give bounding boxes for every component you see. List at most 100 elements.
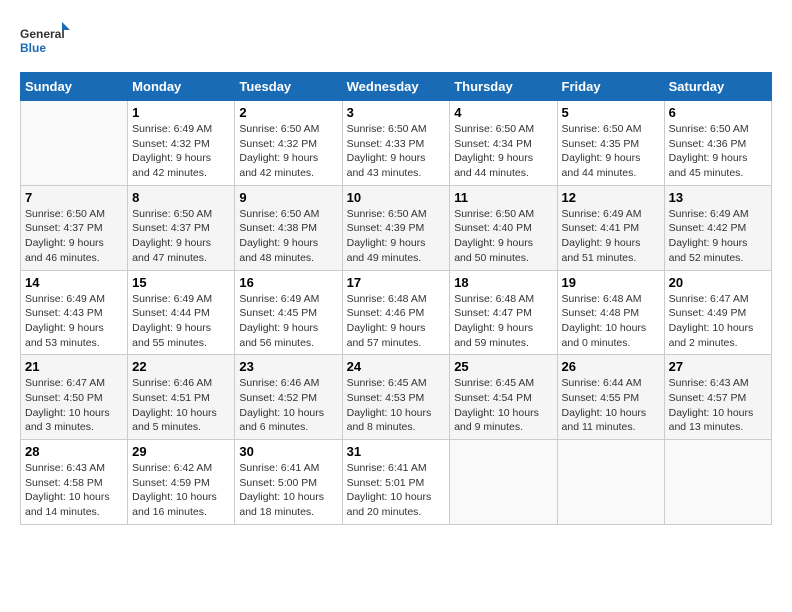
day-cell: 25 Sunrise: 6:45 AM Sunset: 4:54 PM Dayl…: [450, 355, 557, 440]
day-number: 1: [132, 105, 230, 120]
day-number: 31: [347, 444, 446, 459]
day-info: Sunrise: 6:50 AM Sunset: 4:38 PM Dayligh…: [239, 207, 337, 266]
weekday-header-thursday: Thursday: [450, 73, 557, 101]
day-number: 9: [239, 190, 337, 205]
day-info: Sunrise: 6:47 AM Sunset: 4:49 PM Dayligh…: [669, 292, 767, 351]
day-number: 16: [239, 275, 337, 290]
week-row-1: 1 Sunrise: 6:49 AM Sunset: 4:32 PM Dayli…: [21, 101, 772, 186]
day-cell: 23 Sunrise: 6:46 AM Sunset: 4:52 PM Dayl…: [235, 355, 342, 440]
day-info: Sunrise: 6:50 AM Sunset: 4:35 PM Dayligh…: [562, 122, 660, 181]
day-info: Sunrise: 6:50 AM Sunset: 4:39 PM Dayligh…: [347, 207, 446, 266]
weekday-header-monday: Monday: [128, 73, 235, 101]
page-header: General Blue: [20, 20, 772, 62]
day-cell: 18 Sunrise: 6:48 AM Sunset: 4:47 PM Dayl…: [450, 270, 557, 355]
day-number: 21: [25, 359, 123, 374]
day-info: Sunrise: 6:48 AM Sunset: 4:46 PM Dayligh…: [347, 292, 446, 351]
day-info: Sunrise: 6:49 AM Sunset: 4:32 PM Dayligh…: [132, 122, 230, 181]
day-number: 30: [239, 444, 337, 459]
svg-text:Blue: Blue: [20, 41, 46, 55]
day-number: 4: [454, 105, 552, 120]
day-info: Sunrise: 6:49 AM Sunset: 4:44 PM Dayligh…: [132, 292, 230, 351]
logo-icon: General Blue: [20, 20, 70, 62]
day-info: Sunrise: 6:43 AM Sunset: 4:57 PM Dayligh…: [669, 376, 767, 435]
day-number: 25: [454, 359, 552, 374]
day-number: 14: [25, 275, 123, 290]
day-cell: 28 Sunrise: 6:43 AM Sunset: 4:58 PM Dayl…: [21, 440, 128, 525]
day-info: Sunrise: 6:46 AM Sunset: 4:51 PM Dayligh…: [132, 376, 230, 435]
day-number: 24: [347, 359, 446, 374]
day-cell: 1 Sunrise: 6:49 AM Sunset: 4:32 PM Dayli…: [128, 101, 235, 186]
day-number: 2: [239, 105, 337, 120]
day-cell: 16 Sunrise: 6:49 AM Sunset: 4:45 PM Dayl…: [235, 270, 342, 355]
day-info: Sunrise: 6:43 AM Sunset: 4:58 PM Dayligh…: [25, 461, 123, 520]
weekday-header-tuesday: Tuesday: [235, 73, 342, 101]
week-row-5: 28 Sunrise: 6:43 AM Sunset: 4:58 PM Dayl…: [21, 440, 772, 525]
day-cell: 27 Sunrise: 6:43 AM Sunset: 4:57 PM Dayl…: [664, 355, 771, 440]
day-info: Sunrise: 6:50 AM Sunset: 4:32 PM Dayligh…: [239, 122, 337, 181]
day-cell: 19 Sunrise: 6:48 AM Sunset: 4:48 PM Dayl…: [557, 270, 664, 355]
weekday-header-saturday: Saturday: [664, 73, 771, 101]
day-cell: 5 Sunrise: 6:50 AM Sunset: 4:35 PM Dayli…: [557, 101, 664, 186]
day-cell: 3 Sunrise: 6:50 AM Sunset: 4:33 PM Dayli…: [342, 101, 450, 186]
day-info: Sunrise: 6:47 AM Sunset: 4:50 PM Dayligh…: [25, 376, 123, 435]
calendar-table: SundayMondayTuesdayWednesdayThursdayFrid…: [20, 72, 772, 525]
day-info: Sunrise: 6:42 AM Sunset: 4:59 PM Dayligh…: [132, 461, 230, 520]
weekday-header-sunday: Sunday: [21, 73, 128, 101]
day-info: Sunrise: 6:45 AM Sunset: 4:54 PM Dayligh…: [454, 376, 552, 435]
logo: General Blue: [20, 20, 70, 62]
day-number: 20: [669, 275, 767, 290]
day-cell: [450, 440, 557, 525]
day-cell: 2 Sunrise: 6:50 AM Sunset: 4:32 PM Dayli…: [235, 101, 342, 186]
week-row-4: 21 Sunrise: 6:47 AM Sunset: 4:50 PM Dayl…: [21, 355, 772, 440]
day-number: 19: [562, 275, 660, 290]
day-number: 26: [562, 359, 660, 374]
day-cell: 31 Sunrise: 6:41 AM Sunset: 5:01 PM Dayl…: [342, 440, 450, 525]
day-info: Sunrise: 6:41 AM Sunset: 5:00 PM Dayligh…: [239, 461, 337, 520]
day-cell: 15 Sunrise: 6:49 AM Sunset: 4:44 PM Dayl…: [128, 270, 235, 355]
day-info: Sunrise: 6:50 AM Sunset: 4:40 PM Dayligh…: [454, 207, 552, 266]
day-info: Sunrise: 6:50 AM Sunset: 4:34 PM Dayligh…: [454, 122, 552, 181]
day-number: 15: [132, 275, 230, 290]
day-cell: 21 Sunrise: 6:47 AM Sunset: 4:50 PM Dayl…: [21, 355, 128, 440]
day-cell: 30 Sunrise: 6:41 AM Sunset: 5:00 PM Dayl…: [235, 440, 342, 525]
weekday-header-friday: Friday: [557, 73, 664, 101]
day-number: 28: [25, 444, 123, 459]
day-info: Sunrise: 6:49 AM Sunset: 4:42 PM Dayligh…: [669, 207, 767, 266]
day-info: Sunrise: 6:50 AM Sunset: 4:33 PM Dayligh…: [347, 122, 446, 181]
day-cell: [664, 440, 771, 525]
day-number: 11: [454, 190, 552, 205]
day-info: Sunrise: 6:41 AM Sunset: 5:01 PM Dayligh…: [347, 461, 446, 520]
day-number: 6: [669, 105, 767, 120]
day-cell: 29 Sunrise: 6:42 AM Sunset: 4:59 PM Dayl…: [128, 440, 235, 525]
weekday-header-wednesday: Wednesday: [342, 73, 450, 101]
day-info: Sunrise: 6:49 AM Sunset: 4:43 PM Dayligh…: [25, 292, 123, 351]
day-number: 8: [132, 190, 230, 205]
day-cell: 4 Sunrise: 6:50 AM Sunset: 4:34 PM Dayli…: [450, 101, 557, 186]
svg-text:General: General: [20, 27, 65, 41]
day-cell: 10 Sunrise: 6:50 AM Sunset: 4:39 PM Dayl…: [342, 185, 450, 270]
day-number: 29: [132, 444, 230, 459]
day-info: Sunrise: 6:49 AM Sunset: 4:41 PM Dayligh…: [562, 207, 660, 266]
day-number: 7: [25, 190, 123, 205]
day-cell: 6 Sunrise: 6:50 AM Sunset: 4:36 PM Dayli…: [664, 101, 771, 186]
weekday-header-row: SundayMondayTuesdayWednesdayThursdayFrid…: [21, 73, 772, 101]
week-row-2: 7 Sunrise: 6:50 AM Sunset: 4:37 PM Dayli…: [21, 185, 772, 270]
day-number: 13: [669, 190, 767, 205]
day-cell: 9 Sunrise: 6:50 AM Sunset: 4:38 PM Dayli…: [235, 185, 342, 270]
day-number: 22: [132, 359, 230, 374]
day-info: Sunrise: 6:49 AM Sunset: 4:45 PM Dayligh…: [239, 292, 337, 351]
day-cell: 26 Sunrise: 6:44 AM Sunset: 4:55 PM Dayl…: [557, 355, 664, 440]
day-info: Sunrise: 6:50 AM Sunset: 4:37 PM Dayligh…: [132, 207, 230, 266]
day-cell: 24 Sunrise: 6:45 AM Sunset: 4:53 PM Dayl…: [342, 355, 450, 440]
day-cell: 8 Sunrise: 6:50 AM Sunset: 4:37 PM Dayli…: [128, 185, 235, 270]
day-info: Sunrise: 6:50 AM Sunset: 4:36 PM Dayligh…: [669, 122, 767, 181]
day-info: Sunrise: 6:50 AM Sunset: 4:37 PM Dayligh…: [25, 207, 123, 266]
day-number: 5: [562, 105, 660, 120]
day-info: Sunrise: 6:48 AM Sunset: 4:48 PM Dayligh…: [562, 292, 660, 351]
day-number: 17: [347, 275, 446, 290]
day-number: 18: [454, 275, 552, 290]
day-cell: [557, 440, 664, 525]
day-cell: 22 Sunrise: 6:46 AM Sunset: 4:51 PM Dayl…: [128, 355, 235, 440]
day-number: 12: [562, 190, 660, 205]
day-cell: 17 Sunrise: 6:48 AM Sunset: 4:46 PM Dayl…: [342, 270, 450, 355]
